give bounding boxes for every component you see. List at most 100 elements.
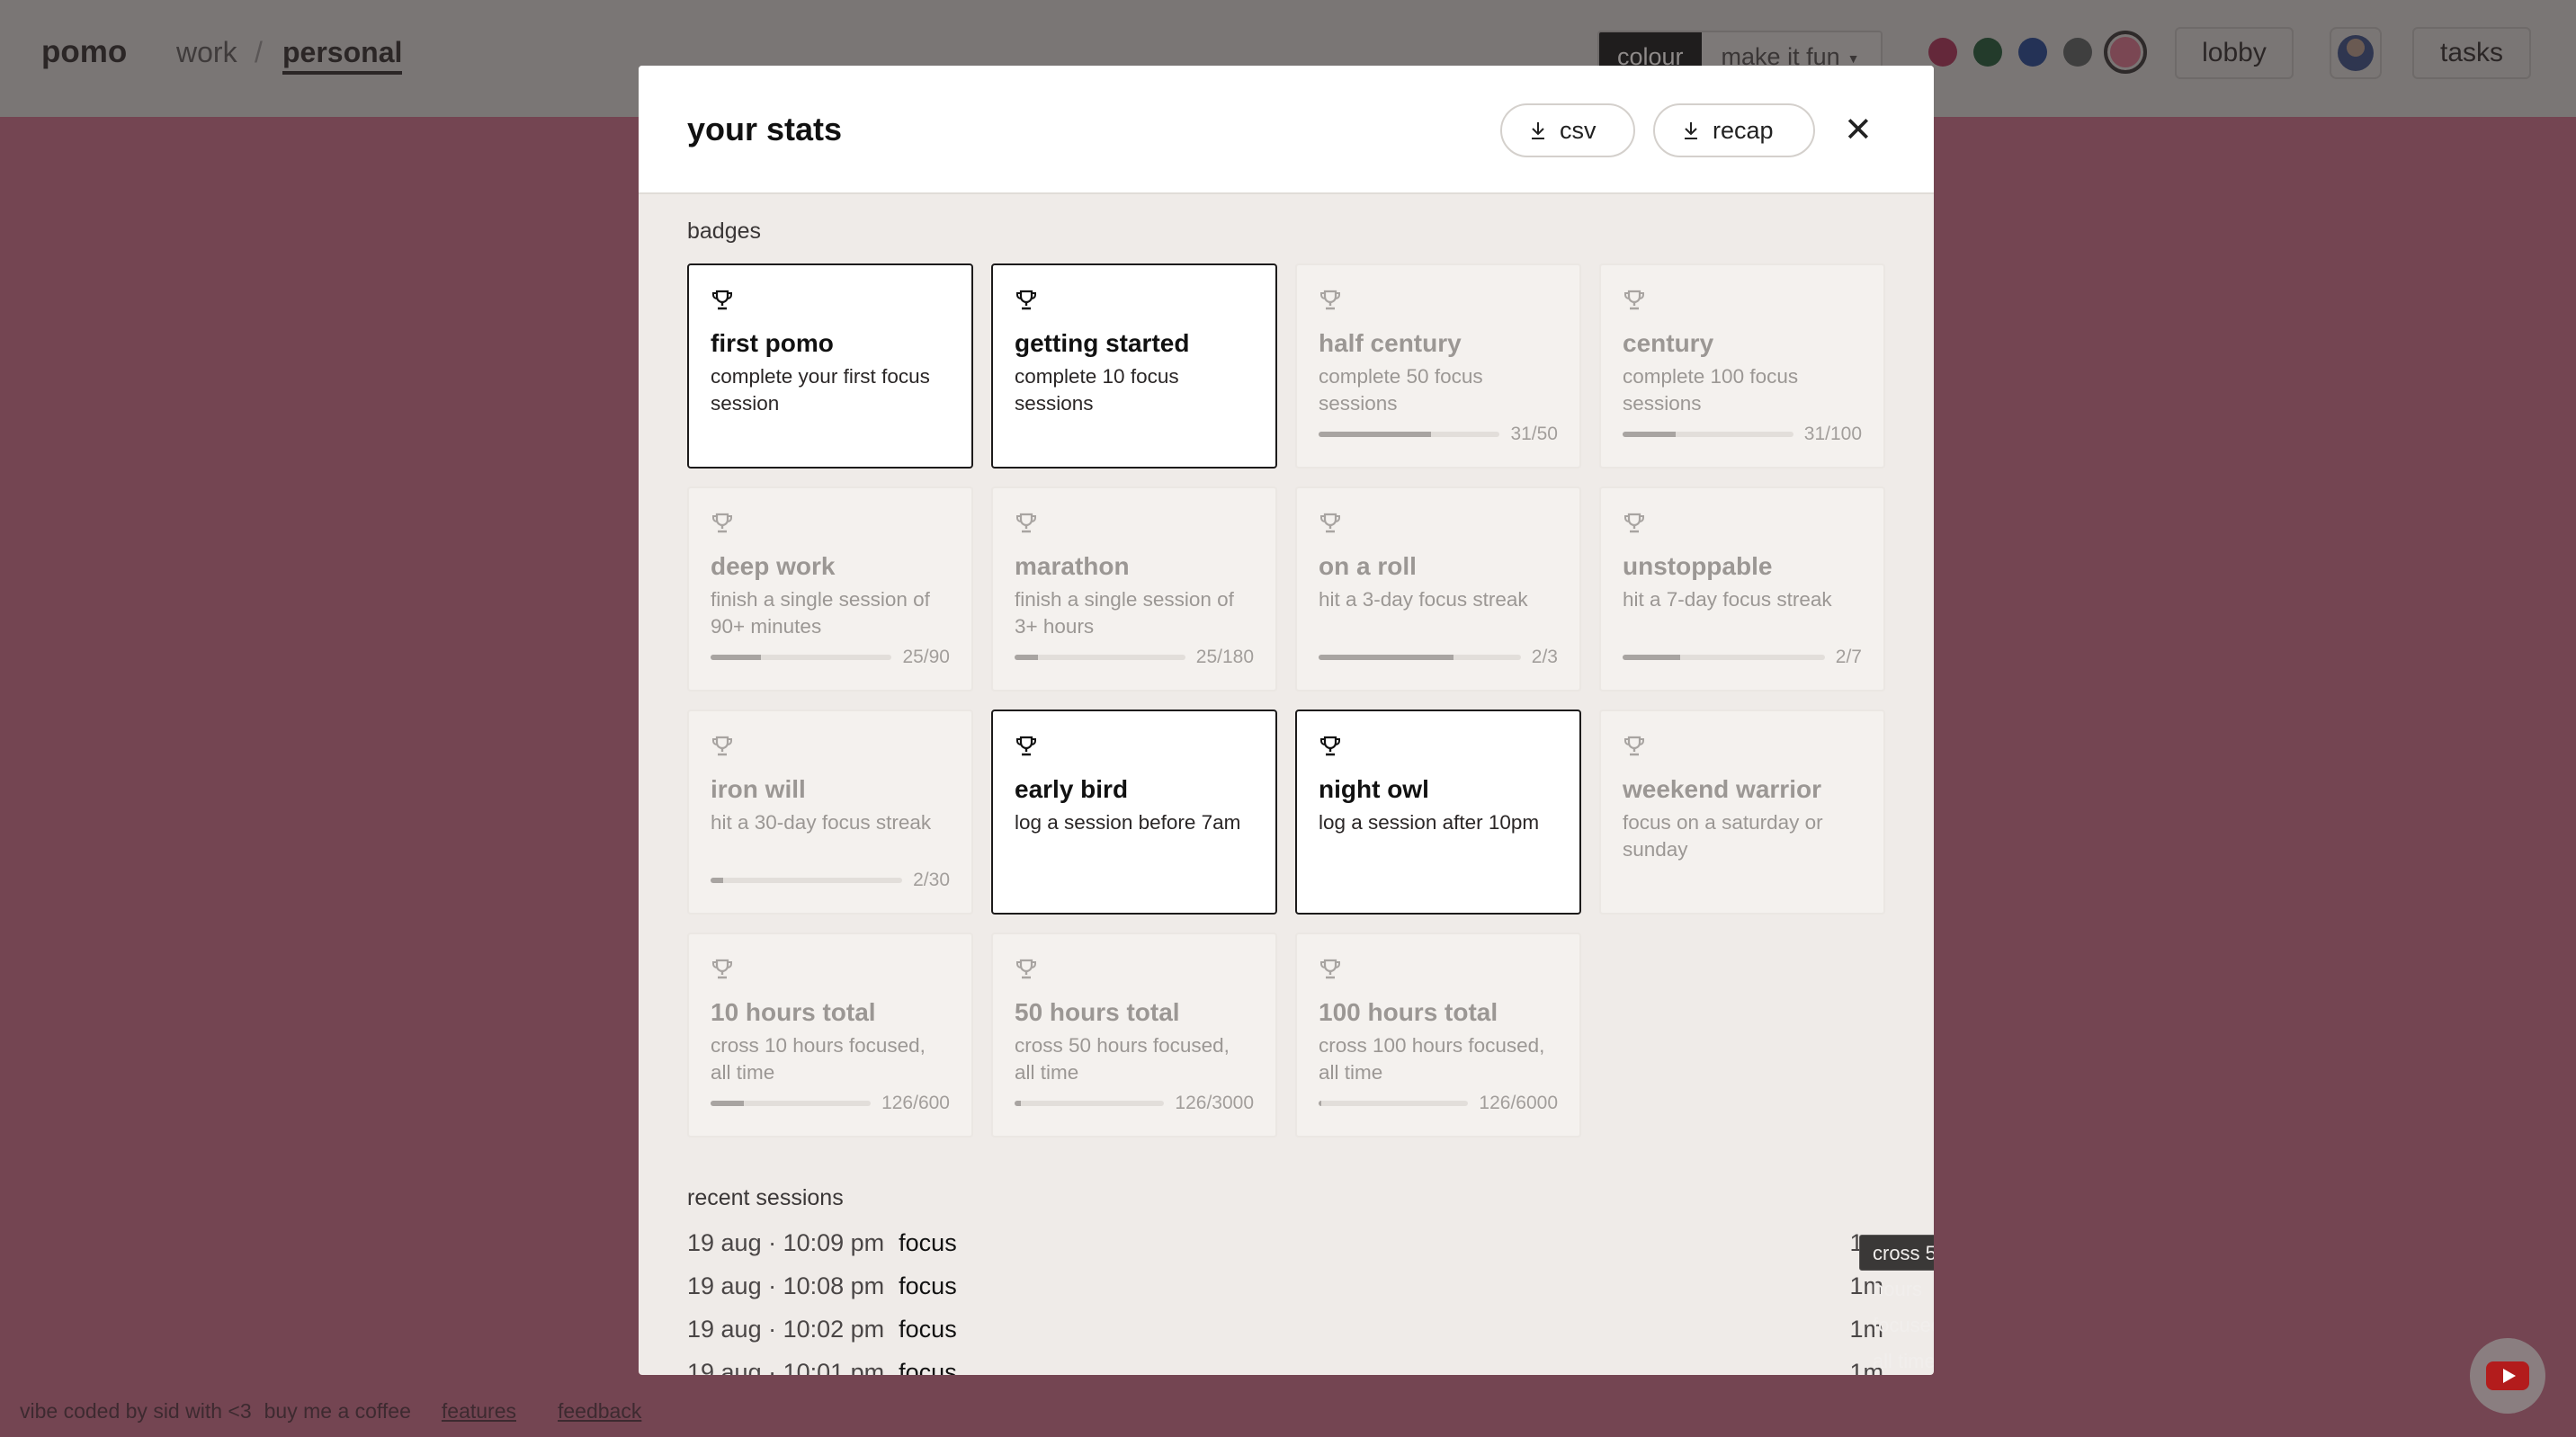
trophy-icon (1320, 513, 1340, 533)
badge-description: cross 100 hours focused, all time (1319, 1034, 1545, 1084)
progress-track (1319, 1101, 1469, 1106)
badge-card[interactable]: deep work finish a single session of 90+ … (687, 486, 973, 692)
badge-card[interactable]: 10 hours total cross 10 hours focused, al… (687, 933, 973, 1138)
badge-card[interactable]: on a roll hit a 3-day focus streak 2/3 (1295, 486, 1581, 692)
badge-name: 10 hours total (711, 998, 876, 1026)
badge-card[interactable]: night owl log a session after 10pm (1295, 710, 1581, 915)
badge-progress: 2/3 (1319, 647, 1558, 668)
badge-description: hit a 3-day focus streak (1319, 588, 1528, 611)
nav-work[interactable]: work (176, 36, 237, 69)
trophy-icon (712, 513, 732, 533)
close-icon[interactable]: ✕ (1844, 112, 1873, 148)
session-row: 19 aug · 10:09 pmfocus1m (687, 1229, 1883, 1265)
progress-track (711, 655, 892, 660)
session-type: focus (899, 1359, 957, 1375)
brand-logo[interactable]: pomo (41, 34, 127, 70)
trophy-icon (1320, 290, 1340, 310)
badge-name: night owl (1319, 775, 1429, 803)
trophy-icon (1320, 959, 1340, 979)
session-type: focus (899, 1272, 957, 1299)
caret-down-icon: ▼ (1847, 50, 1860, 66)
progress-count: 25/90 (902, 647, 950, 667)
badges-heading: badges (687, 219, 762, 244)
trophy-icon (1624, 290, 1644, 310)
color-swatch-rose-selected[interactable] (2104, 31, 2147, 74)
progress-fill (711, 655, 761, 660)
progress-count: 2/30 (913, 870, 950, 890)
footer: vibe coded by sid with <3 buy me a coffe… (20, 1399, 665, 1424)
nav-separator: / (255, 36, 263, 68)
avatar-image (2338, 35, 2374, 71)
recap-label: recap (1713, 116, 1774, 144)
badge-card[interactable]: 50 hours total cross 50 hours focused, al… (991, 933, 1277, 1138)
footer-credit: vibe coded by sid with <3 (20, 1399, 252, 1423)
badge-name: half century (1319, 329, 1462, 357)
badge-name: unstoppable (1623, 552, 1773, 580)
trophy-icon (1016, 959, 1036, 979)
trophy-icon (1016, 513, 1036, 533)
badge-progress: 126/3000 (1015, 1093, 1254, 1114)
recap-download-button[interactable]: recap (1653, 103, 1815, 157)
badge-progress: 31/100 (1623, 424, 1862, 445)
badge-description: hit a 30-day focus streak (711, 811, 932, 834)
badge-name: century (1623, 329, 1714, 357)
tasks-button[interactable]: tasks (2412, 27, 2531, 79)
progress-fill (1623, 655, 1681, 660)
progress-fill (711, 878, 724, 883)
color-swatch-blue[interactable] (2018, 38, 2047, 67)
lobby-button[interactable]: lobby (2175, 27, 2294, 79)
session-time: 19 aug · 10:09 pm (687, 1229, 885, 1256)
modal-header: your stats csv recap ✕ (639, 66, 1934, 194)
badge-description: cross 10 hours focused, all time (711, 1034, 926, 1084)
youtube-player-button[interactable] (2470, 1338, 2545, 1414)
color-swatch-gray[interactable] (2063, 38, 2092, 67)
badge-card[interactable]: iron will hit a 30-day focus streak 2/30 (687, 710, 973, 915)
badge-card[interactable]: century complete 100 focus sessions 31/100 (1599, 263, 1885, 469)
csv-label: csv (1560, 116, 1597, 144)
badge-name: 100 hours total (1319, 998, 1498, 1026)
trophy-icon (712, 290, 732, 310)
progress-fill (711, 1101, 745, 1106)
csv-download-button[interactable]: csv (1500, 103, 1635, 157)
nav-personal[interactable]: personal (282, 36, 403, 75)
badge-card[interactable]: getting started complete 10 focus session… (991, 263, 1277, 469)
buy-coffee-link[interactable]: buy me a coffee (264, 1399, 411, 1424)
badge-card[interactable]: early bird log a session before 7am (991, 710, 1277, 915)
trophy-icon (1320, 736, 1340, 756)
avatar[interactable] (2330, 27, 2382, 79)
badge-card[interactable]: 100 hours total cross 100 hours focused, … (1295, 933, 1581, 1138)
youtube-icon (2486, 1361, 2529, 1390)
color-swatch-green[interactable] (1973, 38, 2002, 67)
trophy-icon (1016, 736, 1036, 756)
badge-name: early bird (1015, 775, 1129, 803)
session-row: 19 aug · 10:08 pm focus 1m (687, 1272, 1883, 1308)
feedback-link[interactable]: feedback (558, 1399, 641, 1424)
progress-track (1015, 1101, 1165, 1106)
badge-description: cross 50 hours focused, all time (1015, 1034, 1230, 1084)
progress-fill (1319, 1101, 1322, 1106)
stats-modal: your stats csv recap ✕ badges first pomo… (639, 66, 1934, 1375)
progress-fill (1319, 655, 1453, 660)
badge-card[interactable]: marathon finish a single session of 3+ ho… (991, 486, 1277, 692)
badge-progress: 25/90 (711, 647, 950, 668)
progress-fill (1015, 655, 1039, 660)
color-swatch-crimson[interactable] (1928, 38, 1957, 67)
trophy-icon (712, 959, 732, 979)
badge-card[interactable]: first pomo complete your first focus sess… (687, 263, 973, 469)
modal-title: your stats (687, 111, 843, 147)
session-time: 19 aug · 10:08 pm (687, 1272, 885, 1299)
progress-track (711, 1101, 872, 1106)
badge-name: getting started (1015, 329, 1190, 357)
badge-description: focus on a saturday or sunday (1623, 811, 1823, 861)
features-link[interactable]: features (442, 1399, 516, 1424)
badge-description: finish a single session of 90+ minutes (711, 588, 930, 638)
recent-sessions-heading: recent sessions (687, 1185, 844, 1210)
session-time: 19 aug · 10:02 pm (687, 1316, 885, 1343)
badge-card[interactable]: half century complete 50 focus sessions 31… (1295, 263, 1581, 469)
download-icon (1532, 122, 1544, 139)
badge-progress: 2/7 (1623, 647, 1862, 668)
trophy-icon (1016, 290, 1036, 310)
badge-progress: 126/6000 (1319, 1093, 1558, 1114)
badge-card[interactable]: unstoppable hit a 7-day focus streak 2/7 (1599, 486, 1885, 692)
badge-card[interactable]: weekend warrior focus on a saturday or su… (1599, 710, 1885, 915)
